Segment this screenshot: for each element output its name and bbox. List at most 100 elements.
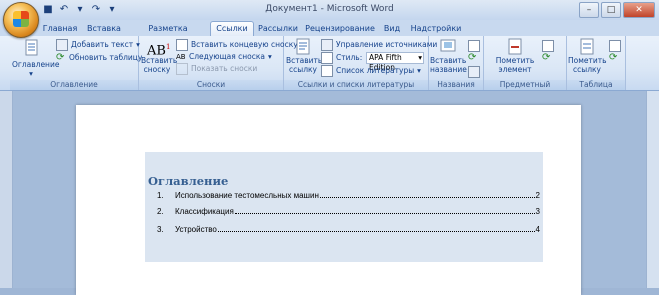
toc-entry-number: 2. bbox=[157, 207, 164, 216]
chevron-down-icon: ▾ bbox=[268, 52, 272, 61]
bibliography-label: Список литературы bbox=[336, 66, 415, 75]
next-footnote-icon: AB bbox=[176, 52, 186, 61]
tab-view[interactable]: Вид bbox=[380, 22, 404, 36]
toc-heading: Оглавление bbox=[148, 174, 229, 188]
bibliography-icon bbox=[321, 64, 333, 77]
toc-icon bbox=[21, 39, 41, 57]
tab-insert[interactable]: Вставка bbox=[84, 22, 124, 36]
update-table-of-figures-icon[interactable]: ⟳ bbox=[468, 53, 478, 63]
group-toc: Оглавление ▾ Добавить текст ▾ ⟳ Обновить … bbox=[10, 36, 142, 90]
office-button[interactable] bbox=[3, 2, 39, 38]
tab-page-layout[interactable]: Разметка страницы bbox=[128, 22, 208, 47]
toc-button[interactable]: Оглавление ▾ bbox=[12, 39, 59, 78]
toc-entry-page: 2 bbox=[535, 191, 540, 200]
toc-entry-text: Использование тестомесльных машин bbox=[175, 191, 319, 200]
group-index: Пометить элемент ⟳ Предметный указатель bbox=[484, 36, 567, 99]
insert-citation-button[interactable]: Вставить ссылку bbox=[286, 38, 322, 74]
manage-sources-button[interactable]: Управление источниками bbox=[321, 38, 438, 51]
group-citations: Вставить ссылку Управление источниками С… bbox=[284, 36, 437, 90]
add-text-button[interactable]: Добавить текст ▾ bbox=[56, 38, 140, 51]
chevron-down-icon: ▾ bbox=[418, 53, 422, 62]
show-notes-label: Показать сноски bbox=[191, 64, 258, 73]
tab-mailings[interactable]: Рассылки bbox=[256, 22, 300, 36]
style-label: Стиль: bbox=[336, 53, 363, 62]
insert-endnote-label: Вставить концевую сноску bbox=[191, 40, 298, 49]
toc-entry[interactable]: 2. Классификация 3 bbox=[157, 204, 540, 216]
toc-entry-text: Устройство bbox=[175, 225, 217, 234]
group-label-captions: Названия bbox=[429, 80, 483, 90]
toc-entry-number: 1. bbox=[157, 191, 164, 200]
insert-caption-label-2: название bbox=[430, 64, 467, 74]
bibliography-button[interactable]: Список литературы ▾ bbox=[321, 64, 421, 77]
chevron-down-icon: ▾ bbox=[417, 66, 421, 75]
mark-entry-button[interactable]: Пометить элемент bbox=[492, 38, 538, 74]
footnote-icon: AB1 bbox=[147, 43, 171, 59]
insert-table-of-figures-icon[interactable] bbox=[468, 40, 480, 52]
vertical-ruler bbox=[0, 91, 13, 288]
caption-icon bbox=[438, 38, 458, 56]
manage-sources-label: Управление источниками bbox=[336, 40, 438, 49]
group-label-toc: Оглавление bbox=[10, 80, 138, 90]
group-label-citations: Ссылки и списки литературы bbox=[284, 80, 428, 90]
minimize-button[interactable]: – bbox=[579, 2, 599, 18]
tab-addins[interactable]: Надстройки bbox=[410, 22, 462, 36]
update-table-icon: ⟳ bbox=[56, 51, 65, 63]
group-captions: Вставить название ⟳ Названия bbox=[429, 36, 484, 90]
toc-entry-number: 3. bbox=[157, 225, 164, 234]
toc-entry-page: 3 bbox=[535, 207, 540, 216]
office-logo-icon bbox=[13, 11, 29, 27]
add-text-icon bbox=[56, 38, 68, 51]
toc-entry[interactable]: 1. Использование тестомесльных машин 2 bbox=[157, 188, 540, 200]
group-label-footnotes: Сноски bbox=[139, 80, 283, 90]
insert-index-icon[interactable] bbox=[542, 40, 554, 52]
insert-toa-icon[interactable] bbox=[609, 40, 621, 52]
style-selector: Стиль: bbox=[321, 51, 363, 64]
insert-endnote-button[interactable]: Вставить концевую сноску bbox=[176, 38, 298, 51]
endnote-icon bbox=[176, 38, 188, 51]
next-footnote-label: Следующая сноска bbox=[189, 52, 266, 61]
style-dropdown[interactable]: APA Fifth Edition ▾ bbox=[366, 52, 424, 72]
toc-entry-page: 4 bbox=[535, 225, 540, 234]
mark-entry-label-2: элемент bbox=[498, 64, 532, 74]
show-notes-icon bbox=[176, 62, 188, 75]
tab-review[interactable]: Рецензирование bbox=[304, 22, 376, 36]
ribbon-tabs: Главная Вставка Разметка страницы Ссылки… bbox=[0, 20, 659, 47]
toc-leader bbox=[234, 213, 535, 214]
next-footnote-button[interactable]: AB Следующая сноска ▾ bbox=[176, 51, 272, 62]
update-table-label: Обновить таблицу bbox=[69, 53, 143, 62]
group-label-index: Предметный указатель bbox=[484, 80, 566, 99]
window-title: Документ1 - Microsoft Word bbox=[265, 4, 394, 14]
cross-reference-icon[interactable] bbox=[468, 66, 480, 78]
show-notes-button[interactable]: Показать сноски bbox=[176, 62, 258, 75]
ribbon: Оглавление ▾ Добавить текст ▾ ⟳ Обновить … bbox=[0, 36, 659, 99]
group-footnotes: AB1 Вставить сноску Вставить концевую сн… bbox=[139, 36, 298, 90]
toc-content-control[interactable]: Оглавление 1. Использование тестомесльны… bbox=[145, 152, 543, 262]
insert-footnote-button[interactable]: AB1 Вставить сноску bbox=[141, 38, 177, 74]
insert-citation-label-2: ссылку bbox=[289, 64, 317, 74]
window-controls: – □ ✕ bbox=[579, 2, 655, 18]
tab-references[interactable]: Ссылки bbox=[210, 21, 254, 36]
vertical-scrollbar[interactable] bbox=[646, 91, 659, 288]
mark-citation-label-2: ссылку bbox=[573, 64, 601, 74]
citation-icon bbox=[293, 38, 313, 56]
toc-entry[interactable]: 3. Устройство 4 bbox=[157, 222, 540, 234]
close-button[interactable]: ✕ bbox=[623, 2, 655, 18]
group-toa: Пометить ссылку ⟳ Таблица ссылок bbox=[567, 36, 626, 99]
maximize-button[interactable]: □ bbox=[601, 2, 621, 18]
insert-caption-button[interactable]: Вставить название bbox=[430, 38, 467, 74]
tab-home[interactable]: Главная bbox=[40, 22, 80, 36]
mark-citation-button[interactable]: Пометить ссылку bbox=[568, 38, 607, 74]
update-table-button[interactable]: ⟳ Обновить таблицу bbox=[56, 52, 142, 63]
title-bar: ■ ↶ ▾ ↷ ▾ Документ1 - Microsoft Word – □… bbox=[0, 0, 659, 20]
style-icon bbox=[321, 51, 333, 64]
update-index-icon[interactable]: ⟳ bbox=[542, 53, 552, 63]
toc-entry-text: Классификация bbox=[175, 207, 234, 216]
manage-sources-icon bbox=[321, 38, 333, 51]
mark-entry-icon bbox=[505, 38, 525, 56]
group-label-toa: Таблица ссылок bbox=[567, 80, 625, 99]
update-toa-icon[interactable]: ⟳ bbox=[609, 53, 619, 63]
add-text-label: Добавить текст bbox=[71, 40, 134, 49]
toc-leader bbox=[217, 231, 535, 232]
chevron-down-icon: ▾ bbox=[29, 68, 33, 78]
mark-citation-icon bbox=[577, 38, 597, 56]
